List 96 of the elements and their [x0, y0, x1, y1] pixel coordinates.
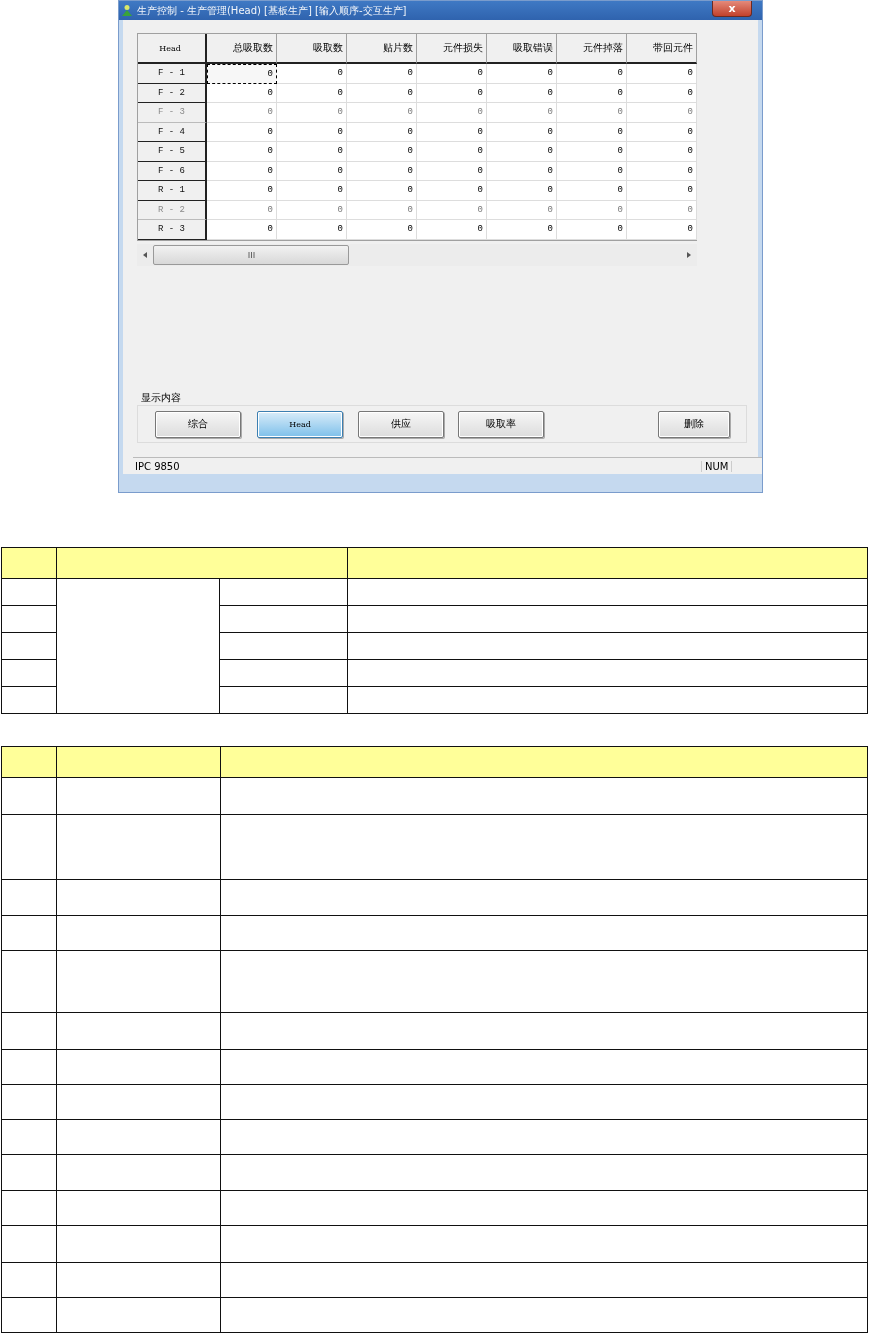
view-button[interactable]: Head: [257, 410, 343, 438]
table-cell: 0: [277, 200, 347, 220]
row-header: F - 5: [138, 142, 207, 162]
table-cell: 0: [207, 64, 277, 84]
table-cell: 0: [207, 220, 277, 240]
table-cell: 0: [487, 142, 557, 162]
table-cell: 0: [347, 142, 417, 162]
table-cell: 0: [347, 103, 417, 123]
table-cell: 0: [417, 103, 487, 123]
column-header: 吸取数: [277, 34, 347, 64]
table-cell: 0: [417, 181, 487, 201]
table-cell: 0: [557, 83, 627, 103]
row-header: R - 2: [138, 200, 207, 220]
table-cell: 0: [277, 103, 347, 123]
table-cell: 0: [277, 181, 347, 201]
table-cell: 0: [207, 103, 277, 123]
table-cell: 0: [487, 220, 557, 240]
row-header: F - 4: [138, 122, 207, 142]
scrollbar-thumb[interactable]: [153, 244, 349, 265]
column-header: 元件损失: [417, 34, 487, 64]
table-cell: 0: [557, 200, 627, 220]
table-cell: 0: [347, 122, 417, 142]
left-arrow-icon[interactable]: [141, 250, 149, 259]
table-cell: 0: [207, 83, 277, 103]
row-header: R - 3: [138, 220, 207, 240]
table-cell: 0: [347, 220, 417, 240]
table-cell: 0: [207, 200, 277, 220]
table-cell: 0: [487, 200, 557, 220]
num-lock-indicator: NUM: [701, 460, 732, 472]
table-cell: 0: [417, 83, 487, 103]
view-button[interactable]: 吸取率: [458, 410, 544, 438]
table-cell: 0: [207, 181, 277, 201]
table-cell: 0: [277, 142, 347, 162]
table-cell: 0: [627, 83, 697, 103]
table-cell: 0: [627, 122, 697, 142]
table-cell: 0: [557, 220, 627, 240]
table-cell: 0: [347, 181, 417, 201]
table-cell: 0: [557, 181, 627, 201]
view-button[interactable]: 供应: [358, 410, 444, 438]
column-header: 元件掉落: [557, 34, 627, 64]
window-title: 生产控制 - 生产管理(Head) [基板生产] [输入顺序-交互生产]: [137, 3, 408, 18]
table-cell: 0: [487, 181, 557, 201]
table-cell: 0: [417, 122, 487, 142]
table-cell: 0: [627, 103, 697, 123]
table-cell: 0: [627, 142, 697, 162]
column-header: 贴片数: [347, 34, 417, 64]
table-cell: 0: [417, 200, 487, 220]
row-header: F - 6: [138, 161, 207, 181]
table-cell: 0: [557, 142, 627, 162]
column-header: 总吸取数: [207, 34, 277, 64]
delete-button[interactable]: 删除: [658, 410, 730, 438]
close-button[interactable]: x: [712, 1, 752, 17]
table-cell: 0: [277, 161, 347, 181]
table-cell: 0: [487, 64, 557, 84]
row-header: F - 1: [138, 64, 207, 84]
column-header: Head: [138, 34, 207, 64]
table-cell: 0: [487, 161, 557, 181]
table-cell: 0: [207, 142, 277, 162]
horizontal-scrollbar[interactable]: [137, 243, 697, 266]
table-cell: 0: [417, 142, 487, 162]
table-cell: 0: [557, 122, 627, 142]
column-header: 吸取错误: [487, 34, 557, 64]
table-cell: 0: [627, 220, 697, 240]
group-label: 显示内容: [141, 391, 181, 405]
table-cell: 0: [557, 103, 627, 123]
table-cell: 0: [347, 200, 417, 220]
table-cell: 0: [277, 220, 347, 240]
row-header: F - 3: [138, 103, 207, 123]
table-cell: 0: [347, 64, 417, 84]
column-header: 带回元件: [627, 34, 697, 64]
table-cell: 0: [277, 64, 347, 84]
table-cell: 0: [417, 220, 487, 240]
table-cell: 0: [277, 83, 347, 103]
table-cell: 0: [417, 161, 487, 181]
table-cell: 0: [207, 161, 277, 181]
table-cell: 0: [627, 161, 697, 181]
table-cell: 0: [277, 122, 347, 142]
table-cell: 0: [207, 122, 277, 142]
table-cell: 0: [627, 181, 697, 201]
table-cell: 0: [627, 64, 697, 84]
grip-icon: [247, 251, 255, 258]
status-text: IPC 9850: [134, 460, 181, 472]
view-button[interactable]: 综合: [155, 410, 241, 438]
table-cell: 0: [487, 83, 557, 103]
table-cell: 0: [557, 161, 627, 181]
app-icon: [121, 4, 133, 17]
table-cell: 0: [347, 161, 417, 181]
table-cell: 0: [347, 83, 417, 103]
right-arrow-icon[interactable]: [685, 250, 693, 259]
table-cell: 0: [627, 200, 697, 220]
table-cell: 0: [487, 122, 557, 142]
table-cell: 0: [417, 64, 487, 84]
row-header: F - 2: [138, 83, 207, 103]
row-header: R - 1: [138, 181, 207, 201]
table-cell: 0: [557, 64, 627, 84]
table-cell: 0: [487, 103, 557, 123]
